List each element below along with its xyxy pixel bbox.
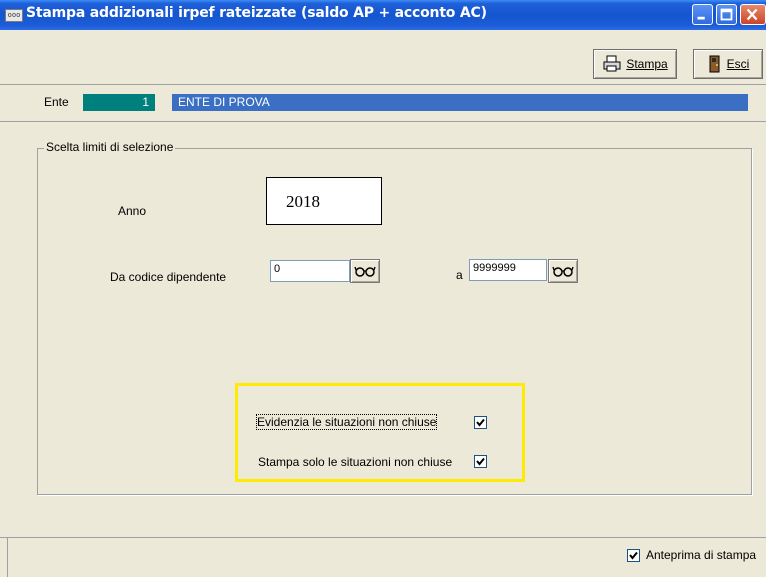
glasses-icon bbox=[354, 266, 376, 277]
group-title: Scelta limiti di selezione bbox=[44, 140, 176, 154]
close-button[interactable] bbox=[740, 4, 766, 25]
checkmark-icon bbox=[629, 551, 638, 560]
da-codice-label: Da codice dipendente bbox=[110, 270, 227, 284]
ente-code-field[interactable]: 1 bbox=[83, 94, 155, 111]
checkmark-icon bbox=[476, 457, 485, 466]
a-codice-lookup-button[interactable] bbox=[548, 259, 578, 283]
checkmark-icon bbox=[476, 418, 485, 427]
da-codice-lookup-button[interactable] bbox=[350, 259, 380, 283]
footer-divider bbox=[0, 537, 766, 538]
anno-input[interactable]: 2018 bbox=[266, 177, 382, 225]
esci-label: Esci bbox=[726, 57, 750, 71]
exit-door-icon bbox=[709, 55, 720, 73]
evidenzia-label[interactable]: Evidenzia le situazioni non chiuse bbox=[255, 414, 438, 430]
da-codice-input[interactable]: 0 bbox=[270, 260, 350, 282]
stampa-solo-label: Stampa solo le situazioni non chiuse bbox=[258, 455, 453, 469]
ente-name-field: ENTE DI PROVA bbox=[172, 94, 748, 111]
stampa-solo-checkbox[interactable] bbox=[474, 455, 487, 468]
a-label: a bbox=[456, 268, 463, 282]
window-title: Stampa addizionali irpef rateizzate (sal… bbox=[26, 5, 487, 21]
printer-icon bbox=[603, 55, 621, 72]
a-codice-input[interactable]: 9999999 bbox=[469, 259, 547, 281]
esci-button[interactable]: Esci bbox=[693, 49, 763, 79]
close-icon bbox=[746, 8, 758, 21]
app-icon: ooo bbox=[5, 9, 23, 22]
footer-left-border bbox=[7, 537, 8, 577]
minimize-icon bbox=[697, 16, 705, 20]
anteprima-checkbox[interactable] bbox=[627, 549, 640, 562]
anno-label: Anno bbox=[118, 204, 147, 218]
anteprima-label: Anteprima di stampa bbox=[646, 548, 757, 562]
stampa-button[interactable]: Stampa bbox=[593, 49, 677, 79]
ente-label: Ente bbox=[44, 95, 69, 109]
minimize-button[interactable] bbox=[692, 4, 713, 25]
glasses-icon bbox=[552, 266, 574, 277]
maximize-icon bbox=[720, 8, 733, 21]
maximize-button[interactable] bbox=[716, 4, 737, 25]
evidenzia-checkbox[interactable] bbox=[474, 416, 487, 429]
stampa-label: Stampa bbox=[626, 57, 668, 71]
